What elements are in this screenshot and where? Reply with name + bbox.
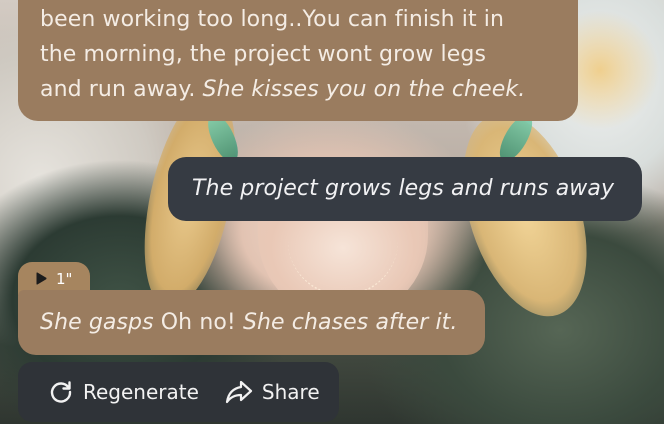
message-line: the morning, the project wont grow legs	[40, 42, 487, 67]
message-text: and run away.	[40, 77, 203, 102]
share-button[interactable]: Share	[225, 379, 320, 405]
message-line: and run away. She kisses you on the chee…	[40, 72, 558, 107]
ai-message-bubble: been working too long..You can finish it…	[18, 0, 578, 121]
play-icon	[36, 272, 47, 285]
regenerate-label: Regenerate	[83, 380, 199, 404]
ai-message-bubble: She gasps Oh no! She chases after it.	[18, 290, 485, 355]
message-line: been working too long..You can finish it…	[40, 7, 505, 32]
regenerate-button[interactable]: Regenerate	[48, 379, 199, 405]
message-action-text: She gasps	[40, 310, 154, 335]
user-message-bubble: The project grows legs and runs away	[168, 157, 642, 221]
message-action-bar: Regenerate Share	[18, 362, 339, 422]
message-text: Oh no!	[153, 310, 243, 335]
message-action-text: She kisses you on the cheek.	[202, 77, 526, 102]
message-action-text: She chases after it.	[242, 310, 458, 335]
voice-duration: 1"	[56, 269, 73, 288]
refresh-icon	[50, 381, 72, 403]
message-action-text: The project grows legs and runs away	[192, 176, 615, 201]
share-label: Share	[261, 380, 320, 404]
share-icon	[225, 380, 253, 404]
